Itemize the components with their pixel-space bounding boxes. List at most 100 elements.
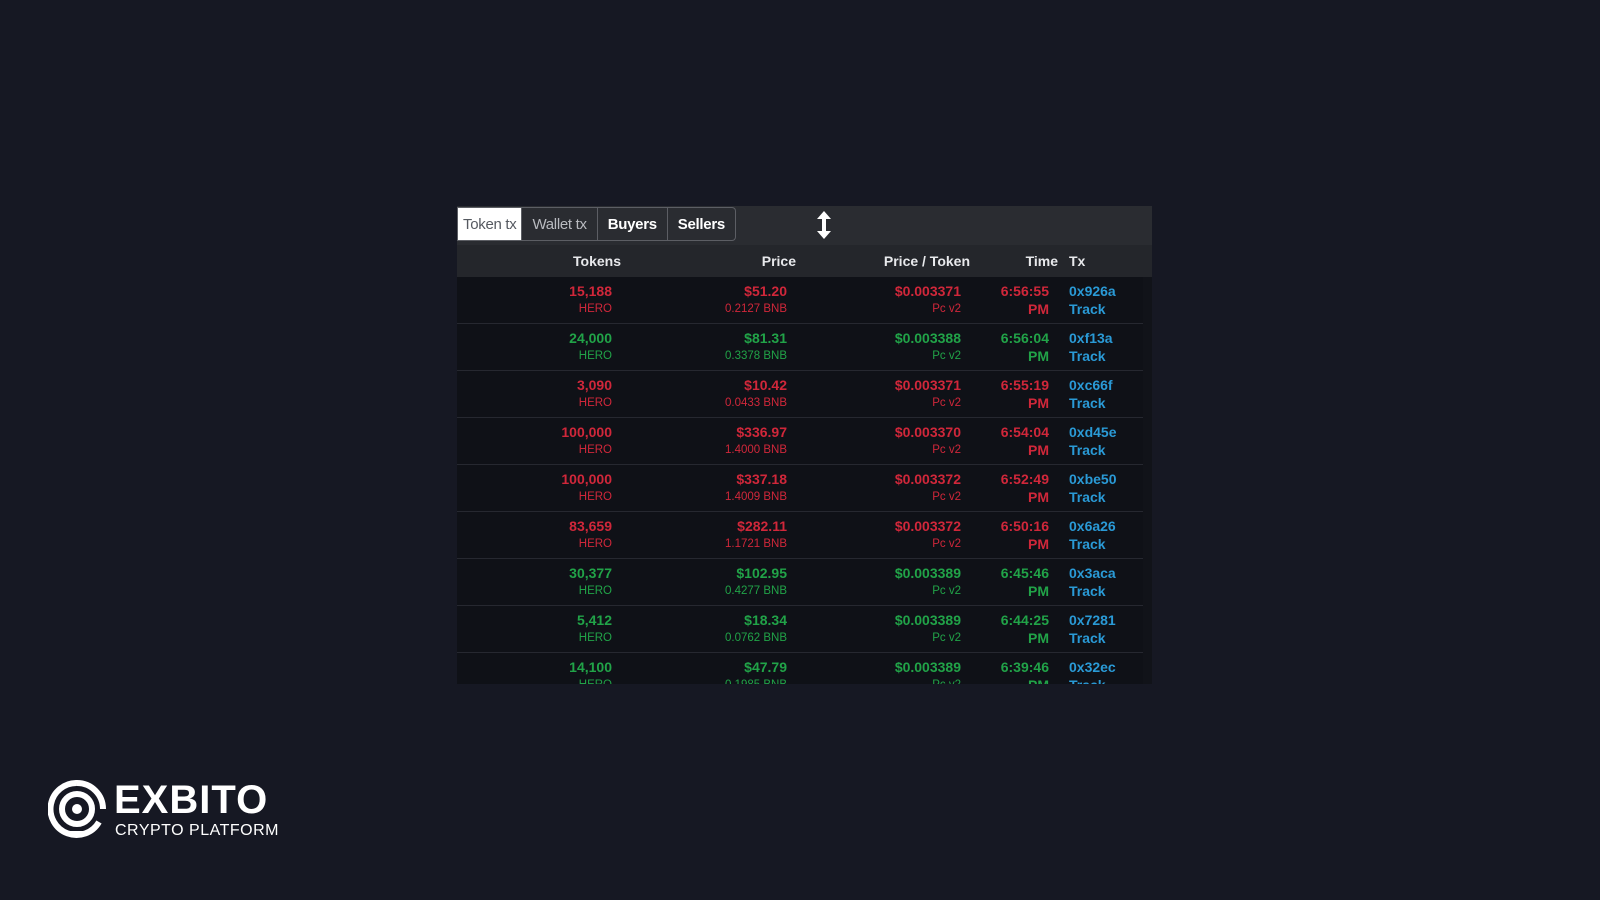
row-token-symbol: HERO [578,350,612,362]
row-time: 6:54:04 [1000,424,1049,440]
header-tx: Tx [1069,253,1086,269]
row-tokens: 100,000 [561,424,612,440]
row-price-per-token: $0.003389 [894,612,961,628]
track-link[interactable]: Track [1069,489,1106,505]
row-dex: Pc v2 [932,585,961,597]
token-tx-panel: Token tx Wallet tx Buyers Sellers Tokens… [457,206,1152,684]
row-dex: Pc v2 [932,397,961,409]
row-tokens: 3,090 [576,377,612,393]
tx-hash-link[interactable]: 0xbe50 [1069,471,1116,487]
row-time: 6:45:46 [1000,565,1049,581]
row-time: 6:44:25 [1000,612,1049,628]
table-row: 100,000 HERO $337.18 1.4009 BNB $0.003372 Pc … [457,465,1143,512]
row-price-per-token: $0.003372 [894,471,961,487]
table-row: 15,188 HERO $51.20 0.2127 BNB $0.003371 Pc v2… [457,277,1143,324]
track-link[interactable]: Track [1069,630,1106,646]
row-ampm: PM [1028,442,1049,458]
row-price-bnb: 0.2127 BNB [724,303,787,315]
row-ampm: PM [1028,583,1049,599]
row-tokens: 14,100 [569,659,612,675]
row-tokens: 100,000 [561,471,612,487]
row-price-bnb: 0.4277 BNB [724,585,787,597]
track-link[interactable]: Track [1069,442,1106,458]
tx-hash-link[interactable]: 0x7281 [1069,612,1116,628]
row-ampm: PM [1028,536,1049,552]
table-row: 14,100 HERO $47.79 0.1985 BNB $0.003389 Pc v2… [457,653,1143,684]
row-time: 6:50:16 [1000,518,1049,534]
row-time: 6:39:46 [1000,659,1049,675]
table-row: 30,377 HERO $102.95 0.4277 BNB $0.003389 Pc v… [457,559,1143,606]
row-price-bnb: 0.0762 BNB [724,632,787,644]
row-price-per-token: $0.003370 [894,424,961,440]
row-token-symbol: HERO [579,679,612,684]
brand-tagline: CRYPTO PLATFORM [115,822,279,839]
tx-hash-link[interactable]: 0xc66f [1069,377,1113,393]
row-price-usd: $102.95 [736,565,787,581]
row-token-symbol: HERO [578,538,612,550]
row-price-usd: $337.18 [736,471,787,487]
track-link[interactable]: Track [1069,395,1106,411]
tab-buyers[interactable]: Buyers [597,207,668,241]
row-price-bnb: 0.1985 BNB [725,679,787,684]
table-row: 5,412 HERO $18.34 0.0762 BNB $0.003389 Pc v2 6… [457,606,1143,653]
row-time: 6:56:04 [1000,330,1049,346]
tx-hash-link[interactable]: 0x3aca [1069,565,1116,581]
row-dex: Pc v2 [932,538,961,550]
row-tokens: 30,377 [569,565,612,581]
row-price-usd: $47.79 [744,659,787,675]
row-price-bnb: 0.3378 BNB [724,350,787,362]
row-token-symbol: HERO [578,585,612,597]
row-tokens: 5,412 [576,612,612,628]
row-token-symbol: HERO [578,303,612,315]
vertical-resize-icon[interactable] [815,210,833,240]
row-time: 6:56:55 [1000,283,1049,299]
row-dex: Pc v2 [932,632,961,644]
row-token-symbol: HERO [578,491,612,503]
tx-hash-link[interactable]: 0xf13a [1069,330,1113,346]
track-link[interactable]: Track [1069,301,1106,317]
row-price-per-token: $0.003372 [894,518,961,534]
header-price-per-token: Price / Token [883,253,970,269]
tx-hash-link[interactable]: 0x32ec [1069,659,1116,675]
tx-tabs: Token tx Wallet tx Buyers Sellers [457,207,736,241]
row-token-symbol: HERO [578,632,612,644]
tx-toolbar: Token tx Wallet tx Buyers Sellers [457,206,1152,245]
tab-wallet-tx[interactable]: Wallet tx [522,207,598,241]
track-link[interactable]: Track [1069,348,1106,364]
row-ampm: PM [1028,395,1049,411]
header-price: Price [761,253,796,269]
header-tokens: Tokens [573,253,621,269]
row-price-usd: $336.97 [736,424,787,440]
tx-hash-link[interactable]: 0x926a [1069,283,1116,299]
header-time: Time [1025,253,1058,269]
tab-token-tx[interactable]: Token tx [457,207,523,241]
row-price-bnb: 1.1721 BNB [724,538,787,550]
row-price-usd: $282.11 [737,518,787,534]
track-link[interactable]: Track [1069,583,1106,599]
tx-hash-link[interactable]: 0x6a26 [1069,518,1116,534]
row-price-per-token: $0.003388 [894,330,961,346]
row-dex: Pc v2 [932,491,961,503]
row-price-bnb: 0.0433 BNB [724,397,787,409]
row-token-symbol: HERO [578,397,612,409]
row-price-per-token: $0.003371 [894,377,961,393]
row-dex: Pc v2 [932,350,961,362]
row-price-usd: $51.20 [744,283,787,299]
table-row: 3,090 HERO $10.42 0.0433 BNB $0.003371 Pc v2 6… [457,371,1143,418]
row-dex: Pc v2 [932,444,961,456]
row-time: 6:52:49 [1000,471,1049,487]
row-price-bnb: 1.4009 BNB [724,491,787,503]
row-dex: Pc v2 [932,679,961,684]
tx-hash-link[interactable]: 0xd45e [1069,424,1116,440]
track-link[interactable]: Track [1069,677,1106,684]
row-price-usd: $81.31 [744,330,787,346]
row-ampm: PM [1028,630,1049,646]
row-ampm: PM [1028,489,1049,505]
row-dex: Pc v2 [932,303,961,315]
track-link[interactable]: Track [1069,536,1106,552]
tab-sellers[interactable]: Sellers [667,207,736,241]
exbito-logo-icon [47,779,106,840]
row-time: 6:55:19 [1000,377,1049,393]
brand-footer: EXBITO CRYPTO PLATFORM [47,778,308,844]
row-token-symbol: HERO [578,444,612,456]
